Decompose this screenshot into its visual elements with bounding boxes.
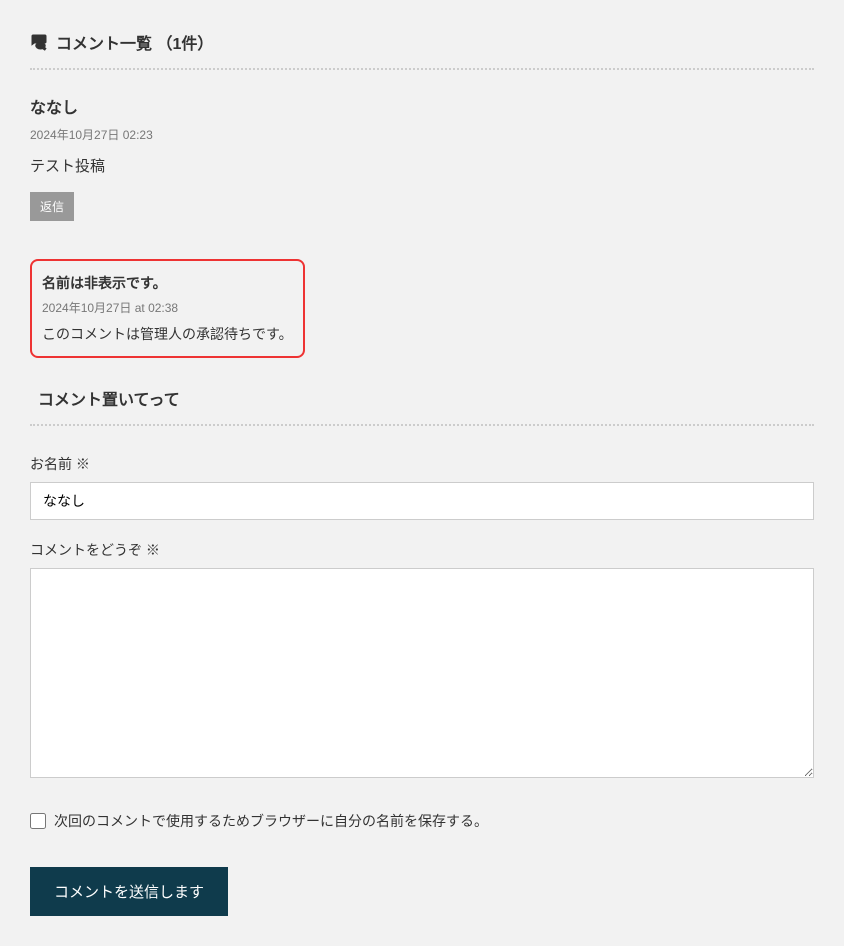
comment-form-title: コメント置いてって <box>38 386 180 410</box>
save-name-checkbox[interactable] <box>30 813 46 829</box>
comments-icon <box>30 33 48 51</box>
comment-body: テスト投稿 <box>30 155 814 176</box>
comment-list-title: コメント一覧 （1件） <box>56 30 213 54</box>
comment-item: ななし 2024年10月27日 02:23 テスト投稿 返信 <box>30 94 814 221</box>
comment-author: ななし <box>30 94 814 118</box>
pending-comment-author: 名前は非表示です。 <box>42 273 293 293</box>
comment-list-header: コメント一覧 （1件） <box>30 30 814 70</box>
comment-textarea[interactable] <box>30 568 814 778</box>
pending-comment-body: このコメントは管理人の承認待ちです。 <box>42 324 293 344</box>
comment-label: コメントをどうぞ ※ <box>30 540 814 560</box>
name-input[interactable] <box>30 482 814 520</box>
reply-button[interactable]: 返信 <box>30 192 74 221</box>
comment-date: 2024年10月27日 02:23 <box>30 126 814 143</box>
pending-comment-box: 名前は非表示です。 2024年10月27日 at 02:38 このコメントは管理… <box>30 259 305 358</box>
save-name-row: 次回のコメントで使用するためブラウザーに自分の名前を保存する。 <box>30 811 814 831</box>
save-name-label[interactable]: 次回のコメントで使用するためブラウザーに自分の名前を保存する。 <box>54 811 488 831</box>
name-label: お名前 ※ <box>30 454 814 474</box>
comment-form: お名前 ※ コメントをどうぞ ※ 次回のコメントで使用するためブラウザーに自分の… <box>30 454 814 916</box>
comment-form-header: コメント置いてって <box>30 386 814 426</box>
submit-button[interactable]: コメントを送信します <box>30 867 228 916</box>
pending-comment-date: 2024年10月27日 at 02:38 <box>42 299 293 316</box>
